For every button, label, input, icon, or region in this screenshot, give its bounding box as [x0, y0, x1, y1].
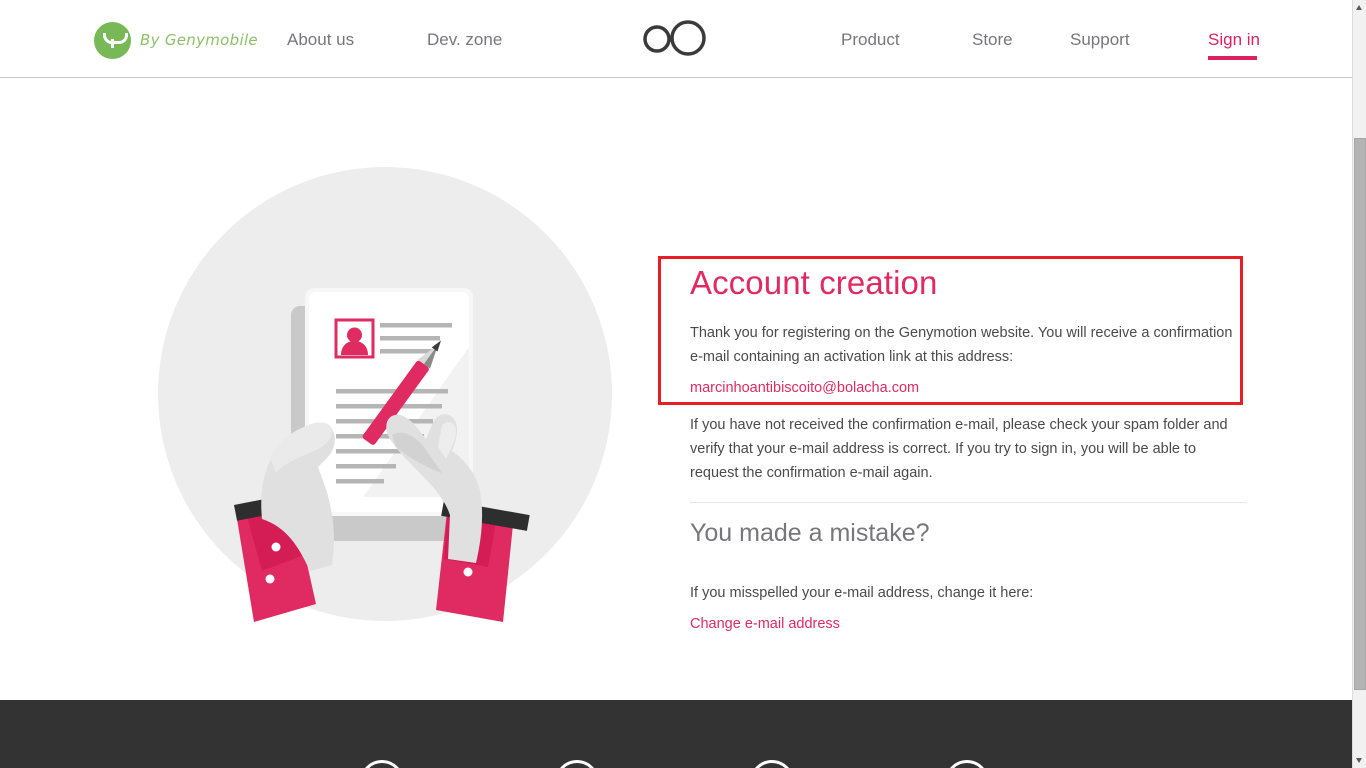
main-content: Account creation Thank you for registeri…	[0, 78, 1352, 700]
nav-item-support[interactable]: Support	[1070, 30, 1130, 50]
footer-circle-icon	[555, 760, 599, 768]
brand-tagline: By Genymobile	[140, 31, 258, 49]
spam-folder-paragraph: If you have not received the confirmatio…	[690, 417, 1228, 481]
registered-email-link[interactable]: marcinhoantibiscoito@bolacha.com	[690, 380, 919, 396]
page-root: By Genymobile About us Dev. zone Product…	[0, 0, 1352, 768]
nav-item-about-us[interactable]: About us	[287, 30, 354, 50]
mistake-section-title: You made a mistake?	[690, 519, 930, 547]
footer-circle-icon	[360, 760, 404, 768]
nav-item-dev-zone[interactable]: Dev. zone	[427, 30, 502, 50]
nav-item-store[interactable]: Store	[972, 30, 1013, 50]
genymotion-green-circle-logo-icon	[94, 21, 131, 59]
genymotion-two-circles-logo-icon[interactable]	[641, 20, 707, 56]
site-footer	[0, 700, 1352, 768]
chevron-up-icon[interactable]	[1353, 0, 1366, 16]
scrollbar-thumb[interactable]	[1354, 138, 1366, 690]
footer-circle-icon	[750, 760, 794, 768]
form-signing-illustration	[158, 167, 613, 622]
brand-logo[interactable]: By Genymobile	[94, 20, 258, 60]
nav-item-product[interactable]: Product	[841, 30, 900, 50]
vertical-scrollbar[interactable]	[1352, 0, 1366, 768]
footer-circle-icon	[945, 760, 989, 768]
misspell-paragraph: If you misspelled your e-mail address, c…	[690, 585, 1034, 601]
site-header: By Genymobile About us Dev. zone Product…	[0, 0, 1352, 78]
sign-in-active-underline	[1208, 56, 1257, 60]
page-title: Account creation	[690, 264, 938, 301]
chevron-down-icon[interactable]	[1353, 752, 1366, 768]
nav-item-sign-in[interactable]: Sign in	[1208, 30, 1260, 50]
change-email-address-link[interactable]: Change e-mail address	[690, 616, 840, 632]
section-divider	[690, 502, 1247, 503]
intro-paragraph: Thank you for registering on the Genymot…	[690, 325, 1233, 365]
